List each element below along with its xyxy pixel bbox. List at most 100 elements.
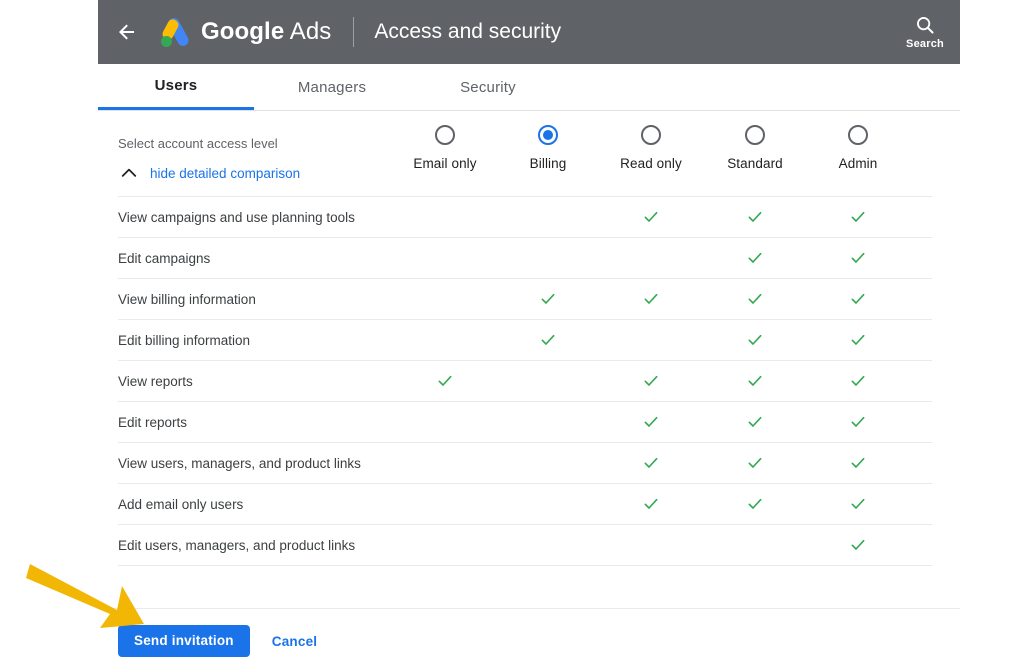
footer-divider — [98, 608, 960, 609]
check-icon — [644, 498, 658, 509]
table-row: Edit reports — [118, 401, 932, 442]
check-icon — [644, 211, 658, 222]
table-row: View billing information — [118, 278, 932, 319]
permission-granted-cell — [828, 279, 888, 319]
permission-granted-cell — [828, 402, 888, 442]
table-row: Add email only users — [118, 483, 932, 524]
permission-granted-cell — [828, 484, 888, 524]
tab-security[interactable]: Security — [410, 64, 566, 110]
check-icon — [851, 457, 865, 468]
check-icon — [748, 334, 762, 345]
search-button-label: Search — [906, 38, 944, 50]
permission-granted-cell — [828, 238, 888, 278]
permission-empty-cell — [518, 525, 578, 565]
permission-label: Edit users, managers, and product links — [118, 537, 356, 553]
check-icon — [748, 416, 762, 427]
permission-empty-cell — [415, 443, 475, 483]
permission-granted-cell — [621, 279, 681, 319]
table-row: Edit campaigns — [118, 237, 932, 278]
check-icon — [541, 334, 555, 345]
permission-empty-cell — [415, 279, 475, 319]
permission-empty-cell — [518, 197, 578, 237]
back-arrow-icon[interactable] — [112, 17, 142, 47]
radio-label-read-only: Read only — [620, 156, 682, 171]
brand-ads: Ads — [289, 18, 332, 45]
check-icon — [644, 457, 658, 468]
permission-granted-cell — [518, 279, 578, 319]
search-icon — [917, 17, 934, 34]
permission-granted-cell — [725, 320, 785, 360]
check-icon — [748, 457, 762, 468]
permission-granted-cell — [621, 443, 681, 483]
logo-green-dot — [161, 36, 172, 47]
radio-label-admin: Admin — [838, 156, 878, 171]
access-level-radio-group: Email only Billing Read only Standard Ad… — [98, 125, 960, 185]
permission-granted-cell — [725, 443, 785, 483]
permission-empty-cell — [518, 238, 578, 278]
radio-option-standard[interactable]: Standard — [695, 125, 815, 171]
permission-granted-cell — [415, 361, 475, 401]
radio-label-billing: Billing — [529, 156, 567, 171]
cancel-button[interactable]: Cancel — [272, 634, 317, 649]
permission-granted-cell — [725, 361, 785, 401]
permission-label: Edit campaigns — [118, 250, 211, 266]
screenshot-root: Google Ads Access and security Search Us… — [0, 0, 1024, 661]
permission-label: View users, managers, and product links — [118, 455, 361, 471]
radio-label-email-only: Email only — [413, 156, 477, 171]
radio-circle-selected-icon — [538, 125, 558, 145]
permission-empty-cell — [415, 525, 475, 565]
permission-label: View campaigns and use planning tools — [118, 209, 355, 225]
permission-granted-cell — [621, 361, 681, 401]
permission-empty-cell — [621, 238, 681, 278]
permission-granted-cell — [828, 197, 888, 237]
google-ads-app: Google Ads Access and security Search Us… — [98, 0, 960, 661]
permission-empty-cell — [415, 238, 475, 278]
check-icon — [748, 498, 762, 509]
brand-wordmark: Google Ads — [201, 18, 331, 46]
radio-option-admin[interactable]: Admin — [798, 125, 918, 171]
permission-granted-cell — [828, 443, 888, 483]
permission-empty-cell — [415, 197, 475, 237]
permission-granted-cell — [621, 484, 681, 524]
permission-label: View billing information — [118, 291, 256, 307]
permission-empty-cell — [725, 525, 785, 565]
radio-circle-icon — [745, 125, 765, 145]
access-level-selector: Select account access level hide detaile… — [98, 111, 960, 183]
radio-option-billing[interactable]: Billing — [488, 125, 608, 171]
check-icon — [438, 375, 452, 386]
brand-google: Google — [201, 18, 285, 45]
table-row: View reports — [118, 360, 932, 401]
check-icon — [851, 293, 865, 304]
radio-option-email-only[interactable]: Email only — [385, 125, 505, 171]
permission-empty-cell — [415, 484, 475, 524]
search-button[interactable]: Search — [894, 0, 956, 64]
check-icon — [851, 416, 865, 427]
radio-option-read-only[interactable]: Read only — [591, 125, 711, 171]
send-invitation-button[interactable]: Send invitation — [118, 625, 250, 657]
check-icon — [851, 375, 865, 386]
radio-circle-icon — [435, 125, 455, 145]
check-icon — [851, 211, 865, 222]
check-icon — [748, 293, 762, 304]
check-icon — [748, 211, 762, 222]
check-icon — [851, 498, 865, 509]
table-row: Edit billing information — [118, 319, 932, 360]
radio-circle-icon — [848, 125, 868, 145]
app-header: Google Ads Access and security Search — [98, 0, 960, 64]
check-icon — [851, 252, 865, 263]
check-icon — [644, 375, 658, 386]
table-row: View users, managers, and product links — [118, 442, 932, 483]
check-icon — [541, 293, 555, 304]
tab-users[interactable]: Users — [98, 64, 254, 110]
table-row: View campaigns and use planning tools — [118, 196, 932, 237]
permission-empty-cell — [621, 525, 681, 565]
permission-granted-cell — [828, 525, 888, 565]
permission-granted-cell — [725, 402, 785, 442]
permission-empty-cell — [415, 402, 475, 442]
permission-label: Edit billing information — [118, 332, 251, 348]
check-icon — [851, 539, 865, 550]
check-icon — [748, 252, 762, 263]
check-icon — [644, 293, 658, 304]
permission-empty-cell — [518, 443, 578, 483]
tab-managers[interactable]: Managers — [254, 64, 410, 110]
